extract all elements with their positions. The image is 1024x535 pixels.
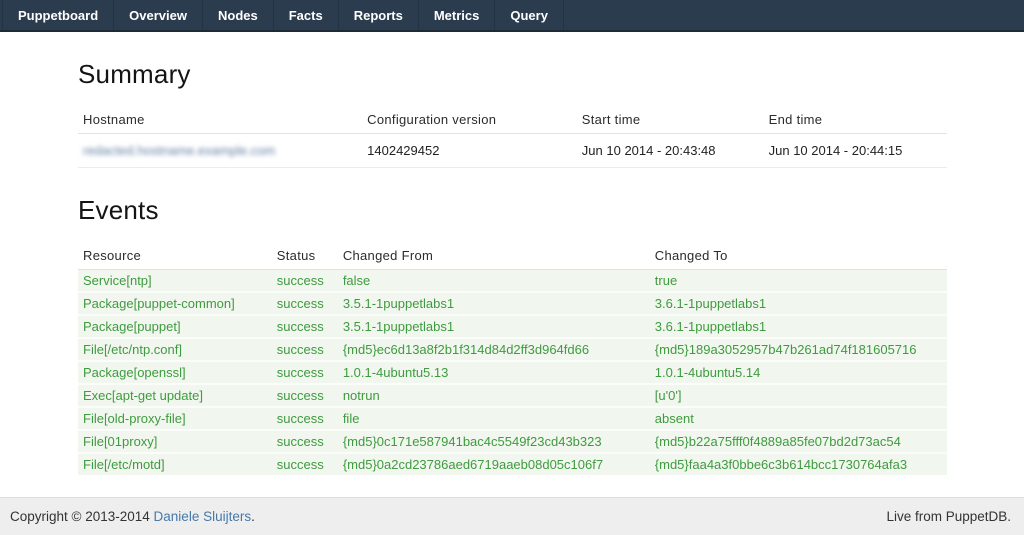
author-link[interactable]: Daniele Sluijters <box>154 509 252 524</box>
event-changed-from: {md5}0c171e587941bac4c5549f23cd43b323 <box>338 430 650 453</box>
page-footer: Copyright © 2013-2014 Daniele Sluijters.… <box>0 497 1024 535</box>
event-changed-from: 1.0.1-4ubuntu5.13 <box>338 361 650 384</box>
event-changed-to: {md5}189a3052957b47b261ad74f181605716 <box>650 338 947 361</box>
events-col-resource: Resource <box>78 242 272 270</box>
summary-col-start-time: Start time <box>577 106 764 134</box>
event-status: success <box>272 361 338 384</box>
events-heading: Events <box>78 195 947 226</box>
summary-configuration-version: 1402429452 <box>362 134 577 168</box>
event-status: success <box>272 430 338 453</box>
summary-heading: Summary <box>78 59 947 90</box>
summary-start-time: Jun 10 2014 - 20:43:48 <box>577 134 764 168</box>
event-changed-to: {md5}faa4a3f0bbe6c3b614bcc1730764afa3 <box>650 453 947 475</box>
nav-item-overview[interactable]: Overview <box>114 0 203 30</box>
event-row: File[/etc/motd] success {md5}0a2cd23786a… <box>78 453 947 475</box>
summary-row: redacted.hostname.example.com 1402429452… <box>78 134 947 168</box>
summary-col-hostname: Hostname <box>78 106 362 134</box>
event-row: File[/etc/ntp.conf] success {md5}ec6d13a… <box>78 338 947 361</box>
event-row: Exec[apt-get update] success notrun [u'0… <box>78 384 947 407</box>
summary-table: Hostname Configuration version Start tim… <box>78 106 947 168</box>
summary-end-time: Jun 10 2014 - 20:44:15 <box>764 134 947 168</box>
summary-table-head: Hostname Configuration version Start tim… <box>78 106 947 134</box>
event-resource: File[01proxy] <box>78 430 272 453</box>
events-header-row: Resource Status Changed From Changed To <box>78 242 947 270</box>
event-changed-to: {md5}b22a75fff0f4889a85fe07bd2d73ac54 <box>650 430 947 453</box>
event-status: success <box>272 270 338 293</box>
summary-col-configuration-version: Configuration version <box>362 106 577 134</box>
copyright-text: Copyright © 2013-2014 Daniele Sluijters. <box>10 509 255 524</box>
event-changed-to: [u'0'] <box>650 384 947 407</box>
navbar-brand-puppetboard[interactable]: Puppetboard <box>2 0 114 30</box>
event-resource: File[old-proxy-file] <box>78 407 272 430</box>
event-changed-to: true <box>650 270 947 293</box>
event-changed-to: absent <box>650 407 947 430</box>
event-changed-from: 3.5.1-1puppetlabs1 <box>338 315 650 338</box>
nav-item-nodes[interactable]: Nodes <box>203 0 274 30</box>
event-status: success <box>272 407 338 430</box>
hostname-link-redacted[interactable]: redacted.hostname.example.com <box>83 143 275 158</box>
events-table-head: Resource Status Changed From Changed To <box>78 242 947 270</box>
event-changed-to: 3.6.1-1puppetlabs1 <box>650 315 947 338</box>
nav-item-query[interactable]: Query <box>495 0 564 30</box>
event-status: success <box>272 292 338 315</box>
puppetdb-status-text: Live from PuppetDB. <box>886 509 1011 524</box>
event-resource: File[/etc/ntp.conf] <box>78 338 272 361</box>
event-row: Package[puppet] success 3.5.1-1puppetlab… <box>78 315 947 338</box>
top-navbar: Puppetboard Overview Nodes Facts Reports… <box>0 0 1024 32</box>
events-col-changed-to: Changed To <box>650 242 947 270</box>
event-changed-from: 3.5.1-1puppetlabs1 <box>338 292 650 315</box>
events-col-changed-from: Changed From <box>338 242 650 270</box>
event-status: success <box>272 315 338 338</box>
main-content: Summary Hostname Configuration version S… <box>0 59 1024 475</box>
event-row: File[01proxy] success {md5}0c171e587941b… <box>78 430 947 453</box>
events-table-body: Service[ntp] success false true Package[… <box>78 270 947 476</box>
summary-table-body: redacted.hostname.example.com 1402429452… <box>78 134 947 168</box>
event-row: Package[openssl] success 1.0.1-4ubuntu5.… <box>78 361 947 384</box>
event-resource: Package[puppet-common] <box>78 292 272 315</box>
event-status: success <box>272 453 338 475</box>
copyright-suffix: . <box>251 509 255 524</box>
summary-header-row: Hostname Configuration version Start tim… <box>78 106 947 134</box>
event-changed-from: false <box>338 270 650 293</box>
event-changed-from: notrun <box>338 384 650 407</box>
nav-item-metrics[interactable]: Metrics <box>419 0 496 30</box>
event-status: success <box>272 338 338 361</box>
events-table: Resource Status Changed From Changed To … <box>78 242 947 475</box>
copyright-prefix: Copyright © 2013-2014 <box>10 509 154 524</box>
event-resource: Exec[apt-get update] <box>78 384 272 407</box>
event-changed-from: file <box>338 407 650 430</box>
summary-hostname-cell: redacted.hostname.example.com <box>78 134 362 168</box>
summary-col-end-time: End time <box>764 106 947 134</box>
event-resource: Package[puppet] <box>78 315 272 338</box>
event-resource: File[/etc/motd] <box>78 453 272 475</box>
event-changed-to: 1.0.1-4ubuntu5.14 <box>650 361 947 384</box>
puppetboard-report-page: Puppetboard Overview Nodes Facts Reports… <box>0 0 1024 535</box>
event-changed-from: {md5}ec6d13a8f2b1f314d84d2ff3d964fd66 <box>338 338 650 361</box>
event-row: Service[ntp] success false true <box>78 270 947 293</box>
nav-item-reports[interactable]: Reports <box>339 0 419 30</box>
event-resource: Package[openssl] <box>78 361 272 384</box>
event-resource: Service[ntp] <box>78 270 272 293</box>
event-changed-to: 3.6.1-1puppetlabs1 <box>650 292 947 315</box>
event-changed-from: {md5}0a2cd23786aed6719aaeb08d05c106f7 <box>338 453 650 475</box>
nav-item-facts[interactable]: Facts <box>274 0 339 30</box>
events-col-status: Status <box>272 242 338 270</box>
event-status: success <box>272 384 338 407</box>
event-row: File[old-proxy-file] success file absent <box>78 407 947 430</box>
event-row: Package[puppet-common] success 3.5.1-1pu… <box>78 292 947 315</box>
